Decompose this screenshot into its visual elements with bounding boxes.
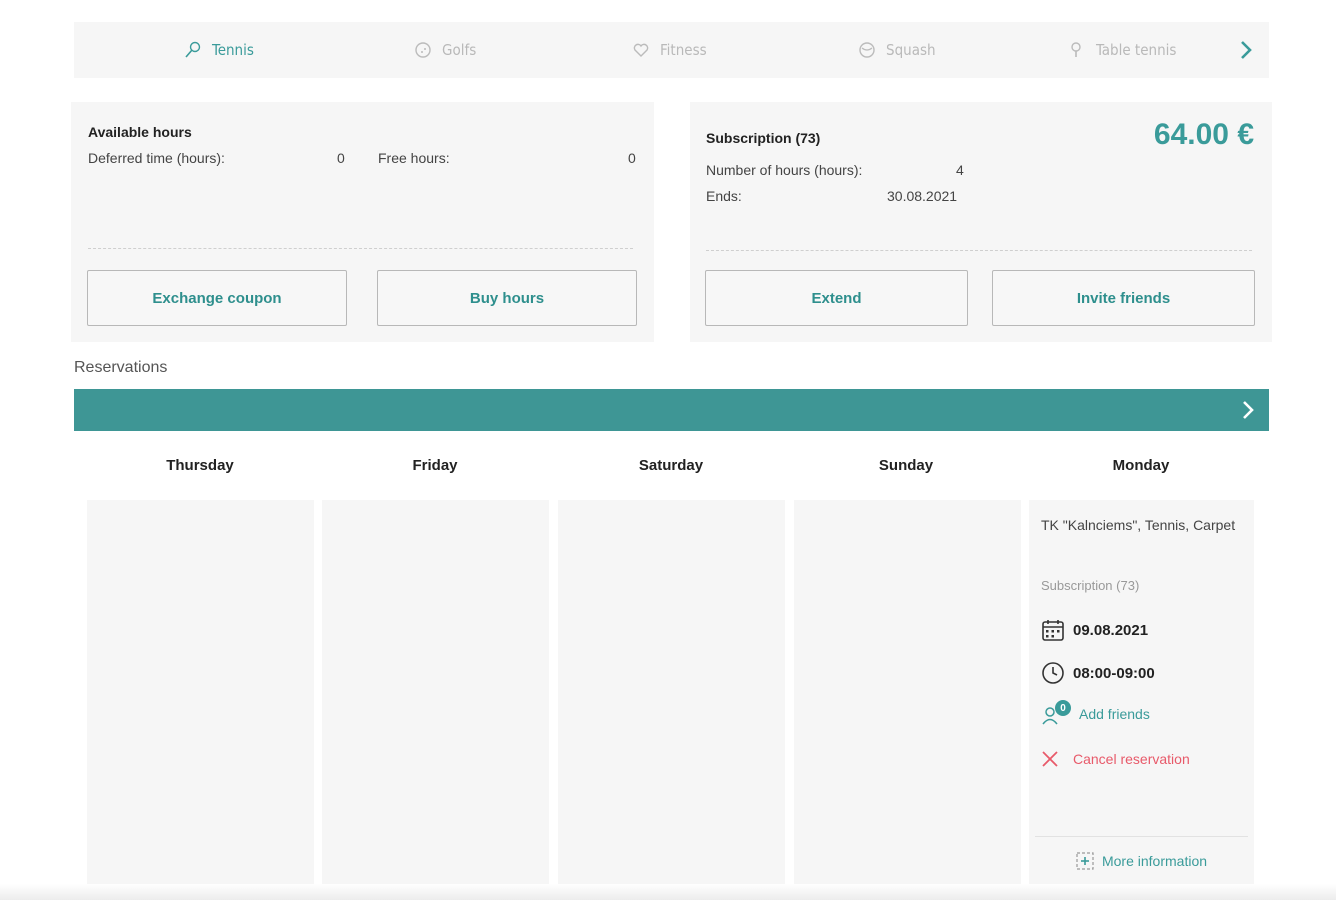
info-icon: [1076, 852, 1094, 870]
divider: [1035, 836, 1248, 837]
hours-label: Number of hours (hours):: [706, 162, 863, 178]
sports-nav: Tennis Golfs Fitness Squash Table tennis: [74, 22, 1269, 78]
ends-label: Ends:: [706, 188, 742, 204]
hours-value: 4: [956, 162, 964, 178]
available-hours-title: Available hours: [88, 124, 192, 140]
clock-icon: [1042, 662, 1064, 684]
day-column-friday: [322, 500, 549, 890]
heart-icon: [633, 43, 649, 57]
deferred-time-value: 0: [337, 150, 345, 166]
tennis-racket-icon: [185, 41, 201, 58]
day-column-thursday: [87, 500, 314, 890]
tab-fitness[interactable]: Fitness: [632, 22, 707, 78]
reservation-subscription: Subscription (73): [1041, 578, 1140, 593]
reservation-card: TK "Kalnciems", Tennis, Carpet Subscript…: [1029, 500, 1254, 890]
add-friends-icon: 0: [1041, 700, 1071, 726]
chevron-right-icon[interactable]: [1235, 38, 1257, 62]
day-header-thursday: Thursday: [166, 457, 234, 474]
reservation-date: 09.08.2021: [1073, 621, 1149, 639]
reservation-time: 08:00-09:00: [1073, 664, 1155, 682]
day-header-saturday: Saturday: [638, 457, 704, 474]
divider: [706, 250, 1252, 251]
subscription-price: 64.00 €: [1153, 118, 1254, 151]
day-column-sunday: [794, 500, 1021, 890]
table-tennis-icon: [1071, 42, 1081, 57]
invite-friends-button[interactable]: Invite friends: [992, 270, 1255, 326]
close-icon: [1042, 751, 1058, 767]
cancel-reservation-label: Cancel reservation: [1073, 751, 1190, 767]
divider: [88, 248, 633, 249]
tab-label: Squash: [886, 41, 936, 59]
free-hours-label: Free hours:: [378, 150, 450, 166]
tab-table-tennis[interactable]: Table tennis: [1068, 22, 1176, 78]
add-friends-label: Add friends: [1079, 706, 1150, 722]
tab-label: Tennis: [212, 41, 254, 59]
reservation-venue: TK "Kalnciems", Tennis, Carpet: [1041, 517, 1236, 533]
reservations-title: Reservations: [74, 359, 168, 376]
reservation-time-row: 08:00-09:00: [1041, 661, 1155, 685]
reservation-date-row: 09.08.2021: [1041, 618, 1148, 642]
exchange-coupon-button[interactable]: Exchange coupon: [87, 270, 347, 326]
reservations-week-bar: [74, 389, 1269, 431]
day-header-friday: Friday: [412, 457, 458, 474]
day-column-saturday: [558, 500, 785, 890]
ends-value: 30.08.2021: [887, 188, 958, 204]
day-header-sunday: Sunday: [878, 457, 934, 474]
friends-count-badge: 0: [1055, 700, 1071, 716]
free-hours-value: 0: [628, 150, 636, 166]
tab-squash[interactable]: Squash: [858, 22, 936, 78]
more-information-label: More information: [1101, 853, 1208, 869]
tab-label: Table tennis: [1096, 41, 1177, 59]
golf-ball-icon: [415, 42, 431, 58]
bottom-edge: [0, 884, 1336, 900]
cancel-reservation-link[interactable]: Cancel reservation: [1041, 750, 1190, 768]
available-hours-card: Available hours Deferred time (hours): 0…: [71, 102, 654, 342]
chevron-right-icon[interactable]: [1239, 399, 1257, 421]
day-header-monday: Monday: [1112, 457, 1170, 474]
squash-ball-icon: [859, 42, 875, 58]
more-information-link[interactable]: More information: [1029, 852, 1254, 870]
calendar-icon: [1042, 620, 1064, 641]
buy-hours-button[interactable]: Buy hours: [377, 270, 637, 326]
tab-tennis[interactable]: Tennis: [184, 22, 254, 78]
deferred-time-label: Deferred time (hours):: [88, 150, 225, 166]
extend-button[interactable]: Extend: [705, 270, 968, 326]
subscription-card: Subscription (73) 64.00 € Number of hour…: [690, 102, 1272, 342]
tab-golfs[interactable]: Golfs: [414, 22, 476, 78]
tab-label: Fitness: [660, 41, 707, 59]
tab-label: Golfs: [442, 41, 477, 59]
add-friends-link[interactable]: 0 Add friends: [1041, 700, 1150, 726]
subscription-title: Subscription (73): [706, 130, 821, 146]
